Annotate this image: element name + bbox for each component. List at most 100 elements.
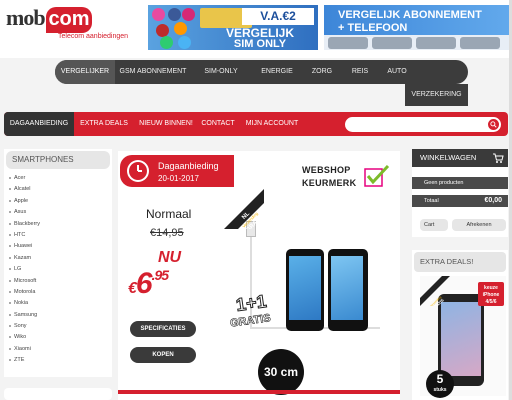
webshop-line1: WEBSHOP [302,165,351,175]
nav-item-sim-only[interactable]: SIM-ONLY [195,60,247,84]
specs-button[interactable]: SPECIFICATIES [130,321,196,337]
checkout-button[interactable]: Afrekenen [452,219,506,231]
site-header: mob com Telecom aanbiedingen V.A.€2 VERG… [0,0,512,58]
sidebar-item-samsung[interactable]: Samsung [4,310,112,321]
sidebar-item-alcatel[interactable]: Alcatel [4,184,112,195]
logo-mob-text: mob [6,5,46,30]
sidebar-item-sony[interactable]: Sony [4,321,112,332]
nav-item-energie[interactable]: ENERGIE [255,60,299,84]
sidebar-item-microsoft[interactable]: Microsoft [4,276,112,287]
sidebar-title: SMARTPHONES [6,151,110,169]
new-price-euro: € [128,280,137,297]
sidebar-item-apple[interactable]: Apple [4,196,112,207]
webshop-keurmerk-logo[interactable]: WEBSHOP KEURMERK [302,165,396,191]
instagram-icon [182,8,195,21]
sidebar-item-xiaomi[interactable]: Xiaomi [4,344,112,355]
sub-nav-dagaanbieding[interactable]: DAGAANBIEDING [4,112,74,136]
nav-item-auto[interactable]: AUTO [381,60,413,84]
badge-line2: iPhone [482,292,500,298]
cart-title: WINKELWAGEN [420,153,477,162]
phone-image [328,249,368,331]
shopping-cart: WINKELWAGEN Geen producten Totaal €0,00 … [412,149,508,237]
quantity-badge: 5 stuks [426,370,454,398]
banner2-line2: + TELEFOON [338,22,408,34]
sidebar-smartphones: SMARTPHONES Acer Alcatel Apple Asus Blac… [4,149,112,377]
sidebar-item-nokia[interactable]: Nokia [4,298,112,309]
product-image: NL Verzending GRATIS 1+1 GRATIS 30 cm [224,189,398,396]
now-label: NU [158,249,182,266]
daily-deal-card: Dagaanbieding 20-01-2017 WEBSHOP KEURMER… [118,151,400,400]
sidebar-item-zte[interactable]: ZTE [4,355,112,366]
cart-icon[interactable] [492,152,504,164]
phones-image [324,35,510,50]
app-icon [152,8,165,21]
webshop-line2: KEURMERK [302,178,357,188]
phone-screen [441,302,481,376]
banner2-line1: VERGELIJK ABONNEMENT [338,9,482,21]
quantity-label: stuks [433,387,447,393]
clock-icon [127,160,149,182]
iphone-choice-badge: keuze iPhone 4/5/6 [478,282,504,306]
cart-button[interactable]: Cart [420,219,448,231]
phone-screen [331,256,363,320]
phone-icon [460,37,500,49]
facebook-icon [168,8,181,21]
cart-total-label: Totaal [424,198,439,204]
sidebar-item-blackberry[interactable]: Blackberry [4,219,112,230]
free-shipping-ribbon: NL Verzending GRATIS [224,189,264,229]
phone-screen [289,256,321,320]
nav-item-reis[interactable]: REIS [345,60,375,84]
sidebar-item-huawei[interactable]: Huawei [4,241,112,252]
sidebar-item-kazam[interactable]: Kazam [4,253,112,264]
nav-item-zorg[interactable]: ZORG [305,60,339,84]
check-icon [364,165,390,187]
sidebar-item-motorola[interactable]: Motorola [4,287,112,298]
sub-nav-contact[interactable]: CONTACT [198,112,238,136]
new-price: €6.95 [128,267,169,301]
app-icon [174,22,187,35]
sidebar-item-acer[interactable]: Acer [4,173,112,184]
banner-abonnement[interactable]: VERGELIJK ABONNEMENT + TELEFOON [324,5,510,50]
cart-total-amount: €0,00 [484,197,502,204]
buy-button[interactable]: KOPEN [130,347,196,363]
sidebar-next-panel [4,388,112,400]
new-price-int: 6 [135,267,153,300]
sub-nav-extra-deals[interactable]: EXTRA DEALS [76,112,132,136]
cart-empty-text: Geen producten [412,177,508,189]
sidebar-item-lg[interactable]: LG [4,264,112,275]
old-price: €14,95 [150,227,184,239]
cable-length-badge: 30 cm [258,349,304,395]
deal-date: 20-01-2017 [158,174,199,183]
normal-price-label: Normaal [146,207,192,221]
sidebar-item-htc[interactable]: HTC [4,230,112,241]
brand-list: Acer Alcatel Apple Asus Blackberry HTC H… [4,173,112,367]
nav-item-vergelijker[interactable]: VERGELIJKER [55,60,115,84]
sidebar-item-wiko[interactable]: Wiko [4,332,112,343]
banner1-line2: SIM ONLY [233,38,287,50]
nav-item-verzekering[interactable]: VERZEKERING [405,84,468,106]
app-icons [152,8,196,49]
extra-deal-image[interactable]: NL Verzending GRATIS keuze iPhone 4/5/6 … [420,276,506,398]
logo-com-badge: com [46,7,92,33]
sidebar-item-asus[interactable]: Asus [4,207,112,218]
main-nav: VERGELIJKER GSM ABONNEMENT SIM-ONLY ENER… [55,60,468,84]
sub-nav-mijn-account[interactable]: MIJN ACCOUNT [242,112,302,136]
extra-deals-panel: EXTRA DEALS! NL Verzending GRATIS keuze … [412,250,508,400]
search-input[interactable] [345,117,501,132]
phone-icon [372,37,412,49]
twitter-icon [178,36,191,49]
cart-total-row: Totaal €0,00 [412,195,508,207]
search-icon[interactable] [488,119,499,130]
nav-item-gsm-abonnement[interactable]: GSM ABONNEMENT [117,60,189,84]
banner1-badge: V.A.€2 [242,8,314,25]
deal-title: Dagaanbieding [158,161,219,171]
extra-deals-title[interactable]: EXTRA DEALS! [414,252,506,272]
site-logo[interactable]: mob com Telecom aanbiedingen [6,5,128,41]
cart-header: WINKELWAGEN [412,149,508,167]
logo-tagline: Telecom aanbiedingen [58,33,129,40]
phone-image [286,249,324,331]
phone-icon [416,37,456,49]
new-price-cents: .95 [151,267,169,283]
sub-nav-nieuw-binnen[interactable]: NIEUW BINNEN! [136,112,196,136]
banner-sim-only[interactable]: V.A.€2 VERGELIJK SIM ONLY [148,5,318,50]
